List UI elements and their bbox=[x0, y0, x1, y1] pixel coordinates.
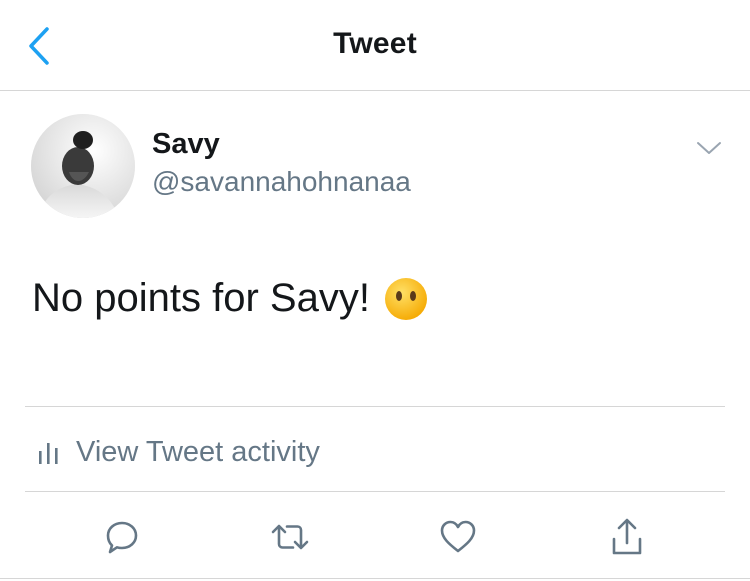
tweet-actions-bar bbox=[0, 513, 750, 563]
like-button[interactable] bbox=[434, 513, 482, 561]
author-name[interactable]: Savy bbox=[152, 128, 220, 161]
tweet-text: No points for Savy! bbox=[32, 276, 370, 320]
divider bbox=[25, 491, 725, 492]
divider bbox=[0, 578, 750, 579]
tweet-body: No points for Savy! bbox=[32, 276, 428, 321]
retweet-icon bbox=[271, 524, 309, 550]
retweet-button[interactable] bbox=[266, 513, 314, 561]
share-button[interactable] bbox=[603, 513, 651, 561]
more-options-button[interactable] bbox=[694, 138, 724, 158]
author-handle[interactable]: @savannahohnanaa bbox=[152, 166, 411, 198]
page-title: Tweet bbox=[333, 27, 417, 60]
heart-icon bbox=[440, 520, 476, 553]
view-tweet-activity-link[interactable]: View Tweet activity bbox=[38, 432, 320, 472]
share-icon bbox=[612, 518, 642, 555]
activity-label: View Tweet activity bbox=[76, 435, 320, 468]
navigation-header: Tweet bbox=[0, 0, 750, 91]
reply-icon bbox=[106, 521, 138, 554]
bar-chart-icon bbox=[39, 443, 58, 464]
chevron-down-icon bbox=[697, 142, 721, 154]
reply-button[interactable] bbox=[98, 513, 146, 561]
avatar[interactable] bbox=[31, 114, 135, 218]
divider bbox=[25, 406, 725, 407]
face-without-mouth-emoji bbox=[384, 277, 427, 320]
